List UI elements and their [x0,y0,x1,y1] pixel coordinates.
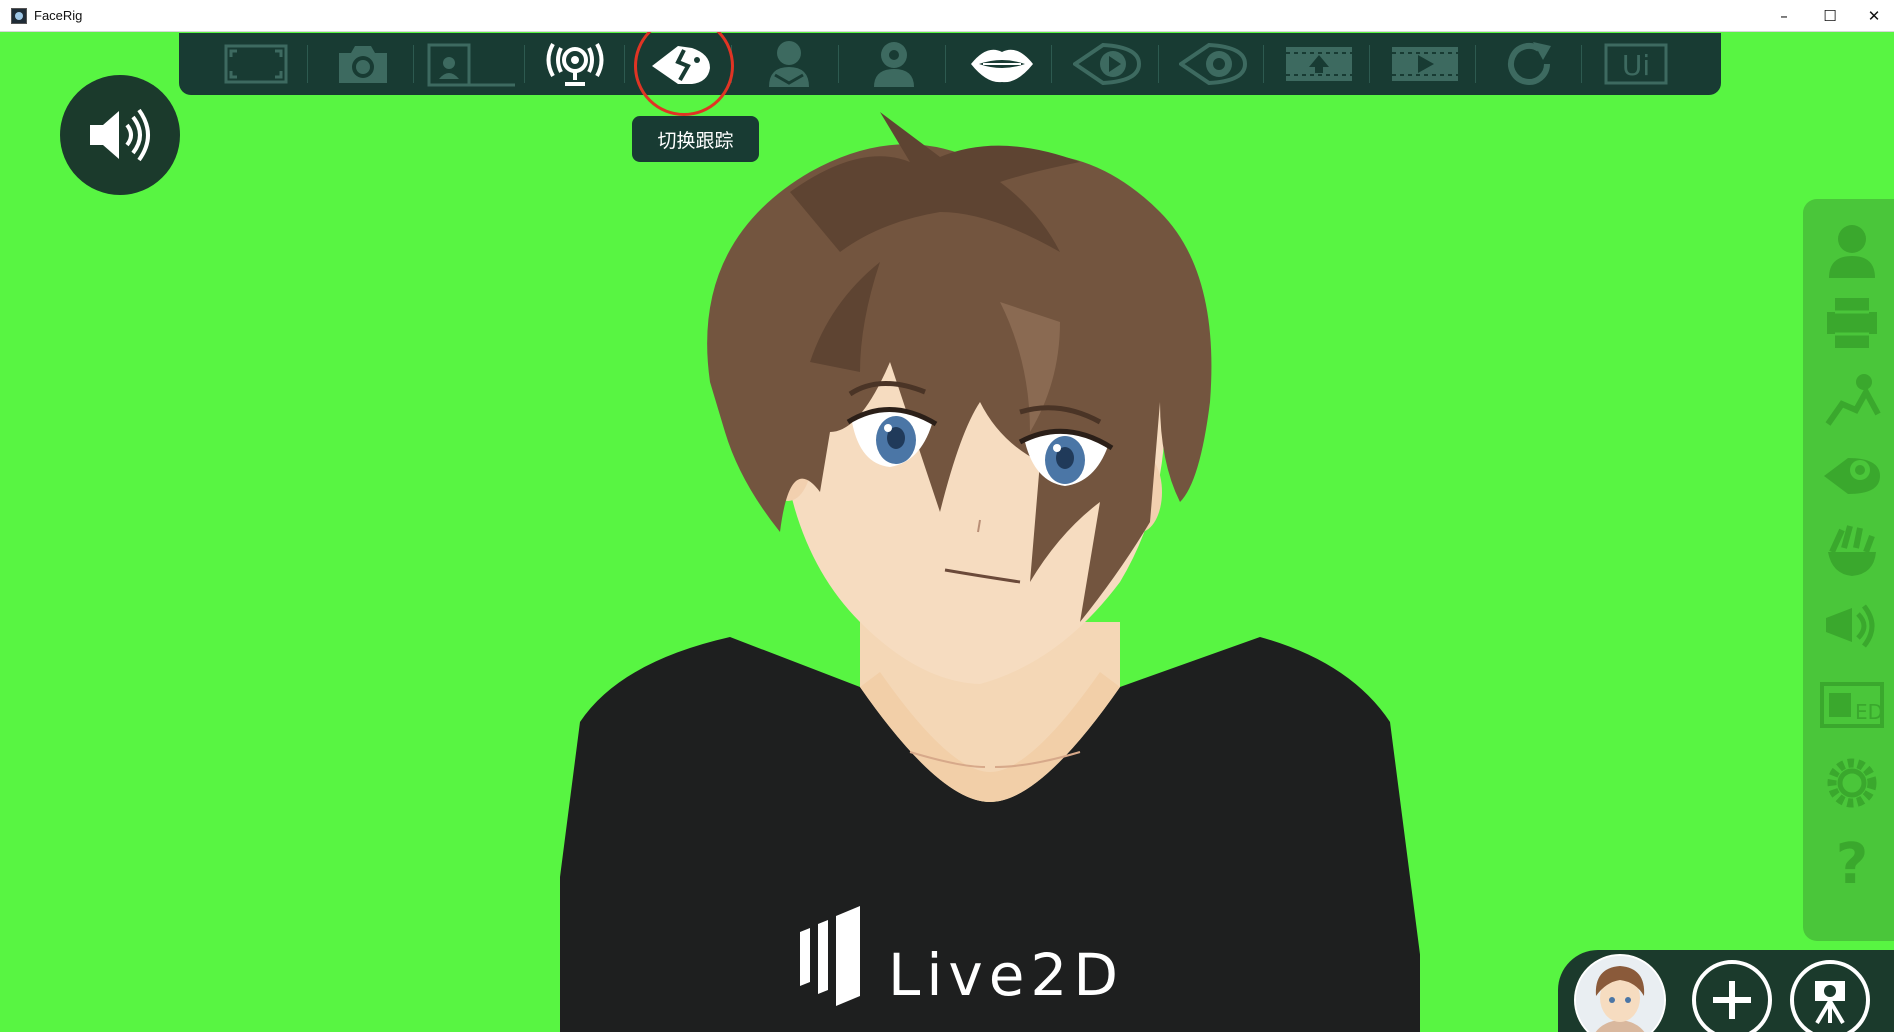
ui-toggle-label: Ui [1622,49,1650,82]
side-ed-button[interactable]: ED [1817,673,1887,737]
facerig-app-icon [11,8,27,24]
window-titlebar: FaceRig – ☐ ✕ [0,0,1894,32]
toolbar-separator [524,45,525,83]
screenshot-button[interactable] [320,39,406,89]
camera-icon [339,46,387,83]
background-icon [1827,298,1877,348]
ui-toggle-icon: Ui [1604,43,1668,85]
avatar-settings-icon [874,42,914,87]
maximize-button[interactable]: ☐ [1808,0,1852,32]
film-upload-button[interactable] [1276,39,1362,89]
toolbar-separator [413,45,414,83]
broadcast-webcam-icon [546,43,604,86]
film-play-icon [1392,47,1458,81]
right-side-panel: ED ? [1803,199,1894,941]
help-icon: ? [1836,832,1868,891]
avatar-icon [1829,225,1875,278]
green-screen-stage: Live2D Ui 切换跟踪 ED ? [0,32,1894,1032]
close-button[interactable]: ✕ [1852,0,1894,32]
help-label: ? [1836,832,1868,891]
lipsync-button[interactable] [959,39,1045,89]
fullscreen-button[interactable] [213,39,299,89]
window-title: FaceRig [34,8,83,23]
toolbar-separator [1475,45,1476,83]
reset-button[interactable] [1487,39,1573,89]
settings-icon [1827,758,1877,808]
side-avatar-button[interactable] [1817,219,1887,283]
side-pose-button[interactable] [1817,367,1887,431]
fullscreen-icon [224,44,288,84]
avatar-person-button[interactable] [746,39,832,89]
toolbar-separator [1369,45,1370,83]
volume-button[interactable] [60,75,180,195]
toolbar-separator [307,45,308,83]
bottom-dock [1558,950,1894,1032]
broadcast-webcam-button[interactable] [532,39,618,89]
avatar-person-icon [769,41,809,87]
lips-icon [971,49,1033,83]
side-gesture-button[interactable] [1817,519,1887,583]
add-icon [1713,981,1751,1019]
film-play-button[interactable] [1382,39,1468,89]
toolbar-separator [1581,45,1582,83]
eye-record-icon [1179,42,1248,86]
avatar-thumbnail[interactable] [1574,954,1666,1032]
minimize-button[interactable]: – [1762,0,1806,32]
side-help-button[interactable]: ? [1817,829,1887,893]
toolbar-separator [1051,45,1052,83]
webcam-pip-icon [427,43,515,87]
side-background-button[interactable] [1817,291,1887,355]
toolbar-separator [624,45,625,83]
add-avatar-button[interactable] [1692,960,1772,1032]
ed-icon: ED [1820,682,1884,728]
tooltip-toggle-tracking: 切换跟踪 [632,116,759,162]
toolbar-separator [945,45,946,83]
play-record-icon [1073,42,1142,86]
side-tracking-button[interactable] [1817,443,1887,507]
play-record-button[interactable] [1065,39,1151,89]
reset-icon [1508,42,1551,85]
toolbar-separator [1158,45,1159,83]
toolbar-separator [838,45,839,83]
avatar-thumbnail-image [1576,956,1664,1032]
shirt-brand-text: Live2D [888,941,1124,1009]
toolbar-separator [1263,45,1264,83]
pose-icon [1825,374,1881,426]
speaker-icon [90,108,150,162]
ed-label: ED [1855,700,1883,724]
ui-toggle-button[interactable]: Ui [1593,39,1679,89]
webcam-pip-button[interactable] [424,39,520,89]
broadcast-icon [1826,604,1875,648]
tracking-icon [1824,458,1880,494]
camera-stand-button[interactable] [1790,960,1870,1032]
side-broadcast-button[interactable] [1817,595,1887,659]
film-upload-icon [1286,47,1352,81]
avatar-settings-button[interactable] [851,39,937,89]
live2d-avatar: Live2D [560,112,1420,1032]
gesture-icon [1828,525,1876,576]
camera-stand-icon [1815,981,1845,1025]
eye-record-button[interactable] [1171,39,1257,89]
top-toolbar: Ui [179,33,1721,95]
side-settings-button[interactable] [1817,751,1887,815]
